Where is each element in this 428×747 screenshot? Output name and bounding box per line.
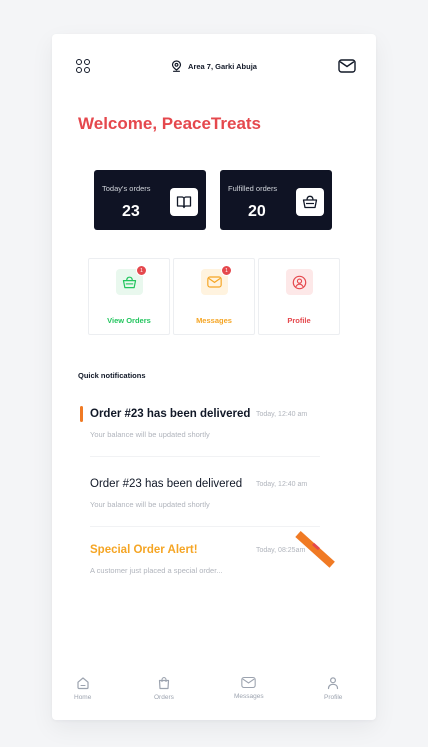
- stat-card-fulfilled-orders[interactable]: Fulfilled orders 20: [220, 170, 332, 230]
- nav-label: Messages: [234, 693, 264, 700]
- messages-button[interactable]: 1 Messages: [173, 258, 255, 335]
- stat-label: Today's orders: [102, 184, 151, 193]
- menu-grid-icon[interactable]: [76, 59, 90, 73]
- notification-time: Today, 12:40 am: [256, 411, 308, 418]
- location-text: Area 7, Garki Abuja: [188, 61, 257, 71]
- welcome-title: Welcome, PeaceTreats: [78, 114, 262, 133]
- nav-home[interactable]: Home: [74, 676, 91, 701]
- notification-title: Order #23 has been delivered: [90, 408, 251, 420]
- divider: [90, 526, 320, 527]
- header: Area 7, Garki Abuja: [76, 56, 356, 76]
- nav-label: Home: [74, 694, 92, 701]
- tile-icon-box: [286, 269, 313, 295]
- notification-badge: 1: [136, 265, 147, 276]
- app-screen: Area 7, Garki Abuja Welcome, PeaceTreats…: [52, 34, 376, 720]
- notification-subtitle: Your balance will be updated shortly: [90, 500, 210, 509]
- notification-item[interactable]: Order #23 has been delivered Today, 12:4…: [80, 406, 320, 468]
- user-icon: [328, 677, 339, 690]
- notification-badge: 1: [221, 265, 232, 276]
- home-icon: [77, 677, 89, 690]
- tile-label: Messages: [196, 316, 232, 325]
- basket-icon: [302, 195, 318, 209]
- notification-subtitle: Your balance will be updated shortly: [90, 430, 210, 439]
- notification-title: Order #23 has been delivered: [90, 478, 243, 490]
- location-pin-icon: [171, 60, 182, 72]
- tile-label: Profile: [287, 316, 311, 325]
- notification-subtitle: A customer just placed a special order..…: [90, 566, 223, 575]
- notification-title: Special Order Alert!: [90, 544, 198, 556]
- view-orders-button[interactable]: 1 View Orders: [88, 258, 170, 335]
- mail-icon: [241, 676, 257, 689]
- stat-value: 20: [248, 203, 266, 220]
- stat-card-todays-orders[interactable]: Today's orders 23: [94, 170, 206, 230]
- tile-icon-box: 1: [201, 265, 232, 295]
- unread-indicator: [80, 406, 83, 422]
- book-icon: [176, 196, 192, 209]
- notification-item[interactable]: Order #23 has been delivered Today, 12:4…: [80, 478, 320, 538]
- nav-messages[interactable]: Messages: [234, 676, 264, 700]
- bottom-nav: Home Orders Messages Profile: [52, 676, 376, 706]
- notification-time: Today, 08:25am: [256, 547, 306, 554]
- basket-icon: [122, 276, 137, 288]
- bag-icon: [158, 677, 170, 690]
- user-circle-icon: [292, 275, 307, 289]
- quick-notifications-title: Quick notifications: [78, 371, 146, 380]
- divider: [90, 456, 320, 457]
- location[interactable]: Area 7, Garki Abuja: [171, 60, 257, 72]
- nav-profile[interactable]: Profile: [324, 676, 342, 701]
- mail-icon[interactable]: [338, 59, 356, 73]
- profile-button[interactable]: Profile: [258, 258, 340, 335]
- nav-orders[interactable]: Orders: [154, 676, 174, 701]
- mail-icon: [207, 276, 222, 288]
- stat-label: Fulfilled orders: [228, 184, 278, 193]
- nav-label: Orders: [154, 694, 174, 701]
- special-notification-item[interactable]: Special Order Alert! Today, 08:25am A cu…: [80, 531, 335, 604]
- tile-label: View Orders: [107, 316, 151, 325]
- nav-label: Profile: [324, 694, 343, 701]
- notification-time: Today, 12:40 am: [256, 481, 308, 488]
- stat-value: 23: [122, 203, 140, 220]
- tile-icon-box: 1: [116, 265, 147, 295]
